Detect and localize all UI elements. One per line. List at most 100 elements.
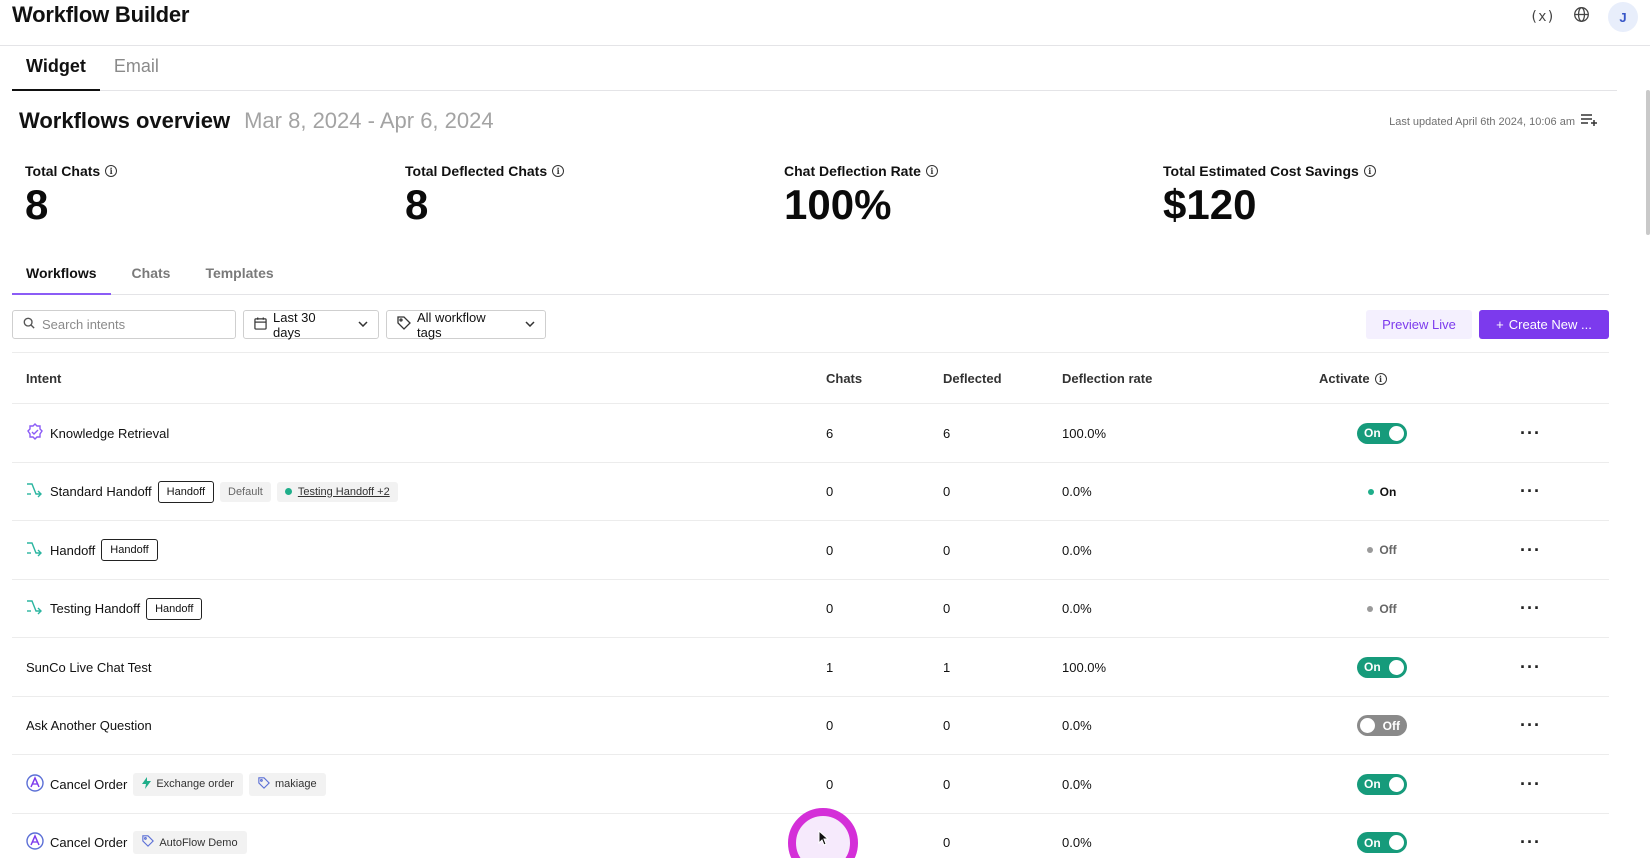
deflected-count: 0 [943,542,951,558]
overview-header: Workflows overview Mar 8, 2024 - Apr 6, … [19,108,494,134]
table-row[interactable]: Ask Another Question 0 0 0.0% Off ··· [12,697,1609,755]
deflection-rate: 0.0% [1062,542,1092,558]
activate-toggle[interactable]: Off [1357,715,1407,736]
deflection-rate: 0.0% [1062,776,1092,792]
workflows-table: Intent Chats Deflected Deflection rate A… [12,352,1609,858]
status-indicator: Off [1367,543,1397,557]
handoff-icon [26,482,44,501]
col-deflected[interactable]: Deflected [943,371,1002,386]
activate-toggle[interactable]: On [1357,656,1407,678]
app-title: Workflow Builder [12,2,190,27]
col-deflection-rate[interactable]: Deflection rate [1062,371,1152,386]
stat-value: 100% [784,181,892,228]
activate-toggle[interactable]: On [1357,773,1407,795]
activate-toggle[interactable]: On [1357,832,1407,853]
more-options-icon[interactable]: ··· [1520,463,1541,521]
avatar[interactable]: J [1608,2,1638,32]
variables-icon[interactable]: (x) [1530,9,1555,25]
sub-tabs: Workflows Chats Templates [12,259,1609,295]
more-options-icon[interactable]: ··· [1520,755,1541,813]
tag-icon [258,776,270,792]
col-chats[interactable]: Chats [826,371,862,386]
stat-value: 8 [25,181,49,228]
chats-count: 6 [826,425,834,441]
info-icon[interactable]: i [925,165,938,177]
handoff-tag: Handoff [101,539,158,561]
chevron-down-icon [358,319,368,330]
info-icon[interactable]: i [1363,165,1376,177]
date-filter-dropdown[interactable]: Last 30 days [243,310,379,340]
table-row[interactable]: SunCo Live Chat Test 1 1 100.0% On ··· [12,638,1609,697]
intent-name: Knowledge Retrieval [50,425,170,441]
tag-filter-label: All workflow tags [417,309,486,340]
tab-chats[interactable]: Chats [118,259,185,295]
tag-icon [397,316,411,333]
activate-toggle[interactable]: On [1357,422,1407,444]
more-options-icon[interactable]: ··· [1520,521,1541,579]
table-row[interactable]: Cancel Order Exchange order makiage 0 0 … [12,755,1609,814]
top-bar: Workflow Builder (x) J [0,0,1650,46]
handoff-tag: Handoff [146,597,203,620]
lightning-icon [142,776,152,792]
chats-count: 0 [826,542,834,558]
tab-workflows[interactable]: Workflows [12,259,111,295]
makiage-tag: makiage [248,772,326,796]
playlist-add-icon[interactable] [1580,113,1598,132]
search-box[interactable] [12,310,236,339]
linked-workflows-tag[interactable]: Testing Handoff +2 [276,481,398,502]
search-input[interactable] [42,317,222,332]
deflected-count: 6 [943,425,951,441]
deflected-count: 0 [943,835,951,850]
chats-count: 0 [826,776,834,792]
chevron-down-icon [525,319,535,330]
deflected-count: 0 [943,776,951,792]
table-row[interactable]: Standard Handoff Handoff Default Testing… [12,463,1609,521]
intent-name: Testing Handoff [50,601,141,616]
table-row[interactable]: Testing Handoff Handoff 0 0 0.0% Off ··· [12,580,1609,638]
last-updated: Last updated April 6th 2024, 10:06 am [1389,116,1575,128]
stat-cost-savings: Total Estimated Cost Savings i $120 [1163,163,1376,229]
deflected-count: 1 [943,659,951,675]
info-icon[interactable]: i [1374,372,1387,385]
more-options-icon[interactable]: ··· [1520,814,1541,858]
table-row[interactable]: Knowledge Retrieval 6 6 100.0% On ··· [12,404,1609,463]
deflection-rate: 0.0% [1062,484,1092,499]
calendar-icon [254,316,267,333]
more-options-icon[interactable]: ··· [1520,404,1541,462]
chats-count: 0 [826,718,834,733]
more-options-icon[interactable]: ··· [1520,638,1541,696]
deflection-rate: 0.0% [1062,835,1092,850]
chats-count: 1 [826,659,834,675]
table-row[interactable]: Handoff Handoff 0 0 0.0% Off ··· [12,521,1609,580]
stat-label: Total Deflected Chats [405,163,548,179]
intent-name: SunCo Live Chat Test [26,659,152,675]
tab-email[interactable]: Email [100,50,173,91]
deflection-rate: 0.0% [1062,601,1092,616]
handoff-icon [26,541,44,560]
intent-name: Ask Another Question [26,718,152,733]
globe-icon[interactable] [1573,6,1590,28]
date-range: Mar 8, 2024 - Apr 6, 2024 [244,108,494,133]
create-new-button[interactable]: + Create New ... [1479,310,1609,339]
stat-deflection-rate: Chat Deflection Rate i 100% [784,163,938,229]
info-icon[interactable]: i [105,165,118,177]
tag-filter-dropdown[interactable]: All workflow tags [386,309,546,340]
filter-controls: Last 30 days All workflow tags [12,309,546,340]
intent-name: Cancel Order [50,776,128,792]
chats-count: 0 [826,601,834,616]
default-tag: Default [220,481,271,502]
preview-live-button[interactable]: Preview Live [1366,310,1472,339]
col-intent[interactable]: Intent [26,371,61,386]
tab-widget[interactable]: Widget [12,50,100,91]
table-header: Intent Chats Deflected Deflection rate A… [12,352,1609,404]
autoflow-icon [26,832,44,853]
cursor-icon [818,829,830,851]
handoff-tag: Handoff [157,480,214,503]
scrollbar[interactable] [1646,90,1650,235]
stat-label: Chat Deflection Rate [784,163,921,179]
intent-name: Handoff [50,542,96,558]
tab-templates[interactable]: Templates [191,259,287,295]
more-options-icon[interactable]: ··· [1520,580,1541,638]
info-icon[interactable]: i [552,165,565,177]
more-options-icon[interactable]: ··· [1520,697,1541,755]
